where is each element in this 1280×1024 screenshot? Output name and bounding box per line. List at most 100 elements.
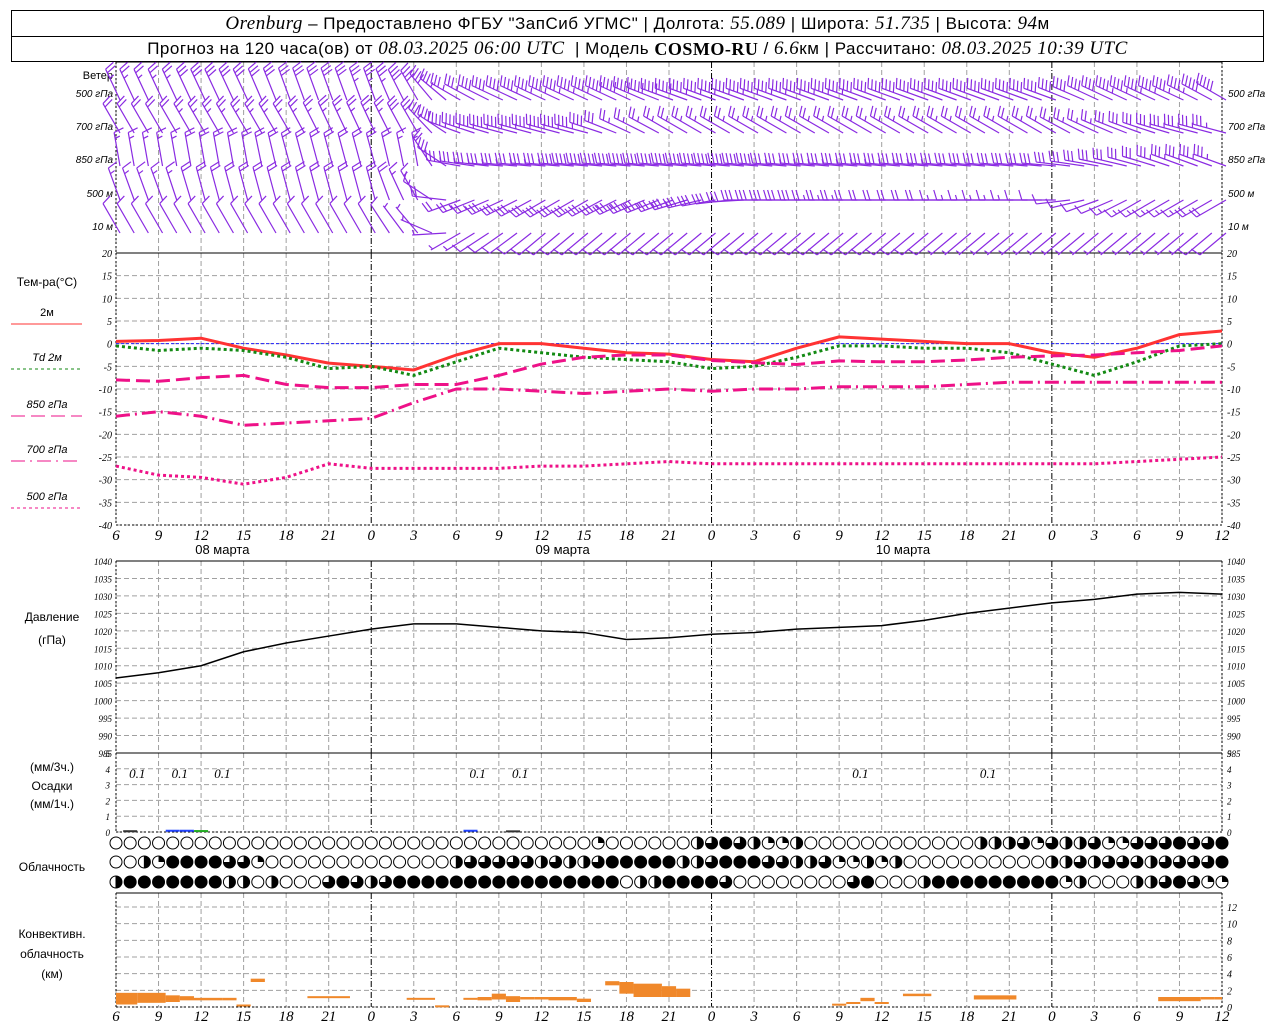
- cloud-circle: [237, 836, 251, 850]
- wind-barb: [136, 161, 149, 201]
- cloud-fill: [1031, 876, 1044, 888]
- time-tick-label-bottom: 0: [1048, 1009, 1056, 1024]
- cloud-fill: [974, 876, 987, 888]
- cloud-fill: [663, 856, 675, 868]
- cloud-cover-icon: [605, 836, 619, 850]
- cloud-cover-icon: [208, 855, 222, 869]
- cloud-cover-icon: [619, 855, 633, 869]
- cloud-cover-icon: [109, 836, 123, 850]
- cloud-circle: [988, 855, 1002, 869]
- cloud-fill: [1216, 837, 1228, 849]
- wind-barb: [827, 105, 858, 134]
- pressure-tick-right: 995: [1227, 714, 1241, 724]
- cloud-cover-icon: [1102, 836, 1116, 850]
- wind-barb: [628, 106, 660, 134]
- clouds-label: Облачность: [19, 860, 85, 874]
- pressure-tick-left: 1035: [94, 574, 113, 584]
- temp-legend-label: 2м: [40, 307, 54, 319]
- cloud-cover-icon: [1059, 855, 1073, 869]
- cloud-cover-icon: [1201, 836, 1215, 850]
- cloud-fill: [924, 876, 931, 888]
- conv-cloud-bar: [661, 986, 677, 997]
- cloud-cover-icon: [407, 836, 421, 850]
- cloud-fill: [946, 876, 959, 888]
- precip-1h-label: (мм/1ч.): [30, 797, 74, 811]
- conv-cloud-bar: [520, 997, 535, 1000]
- cloud-cover-icon: [350, 875, 364, 889]
- wind-barb: [215, 95, 234, 134]
- cloud-circle: [974, 855, 988, 869]
- cloud-cover-icon: [364, 855, 378, 869]
- cloud-circle: [449, 836, 463, 850]
- cloud-cover-icon: [733, 875, 747, 889]
- cloud-circle: [123, 855, 137, 869]
- wind-level-label-right: 500 гПа: [1228, 89, 1266, 100]
- cloud-circle: [378, 855, 392, 869]
- wind-level-label-right: 700 гПа: [1228, 122, 1266, 133]
- cloud-cover-icon: [123, 855, 137, 869]
- cloud-cover-icon: [208, 836, 222, 850]
- wind-barbs-1: [102, 94, 1227, 134]
- cloud-cover-icon: [407, 875, 421, 889]
- cloud-cover-icon: [506, 855, 520, 869]
- cloud-cover-icon: [222, 836, 236, 850]
- cloud-cover-icon: [293, 875, 307, 889]
- cloud-cover-icon: [960, 875, 974, 889]
- wind-level-label-left: 700 гПа: [76, 122, 114, 133]
- cloud-cover-icon: [336, 855, 350, 869]
- cloud-fill: [989, 876, 1002, 888]
- cloud-fill: [683, 856, 690, 868]
- cloud-fill: [691, 876, 704, 888]
- wind-barb: [742, 105, 773, 134]
- cloud-fill: [881, 856, 888, 862]
- pressure-tick-left: 1005: [94, 679, 113, 689]
- cloud-cover-icon: [251, 836, 265, 850]
- cloud-fill: [271, 876, 278, 888]
- cloud-cover-icon: [279, 836, 293, 850]
- conv-cloud-bar: [1214, 997, 1222, 1000]
- wind-barb: [1023, 77, 1057, 101]
- cloud-cover-icon: [846, 836, 860, 850]
- wind-barb: [184, 127, 196, 167]
- cloud-cover-icon: [790, 836, 804, 850]
- wind-barb: [147, 61, 164, 101]
- cloud-cover-icon: [988, 836, 1002, 850]
- cloud-fill: [1136, 876, 1143, 888]
- cloud-cover-icon: [903, 855, 917, 869]
- cloud-cover-icon: [577, 855, 591, 869]
- time-tick-label-bottom: 15: [917, 1009, 933, 1024]
- wind-barb: [145, 195, 164, 234]
- time-tick-label: 9: [495, 528, 503, 544]
- pressure-tick-left: 1010: [94, 662, 113, 672]
- cloud-fill: [577, 876, 590, 888]
- wind-barb: [113, 127, 124, 167]
- wind-barb: [1168, 232, 1199, 256]
- wind-barb: [232, 61, 249, 101]
- cloud-cover-icon: [1059, 836, 1073, 850]
- cloud-cover-icon: [463, 855, 477, 869]
- cloud-circle: [194, 836, 208, 850]
- cloud-fill: [810, 856, 817, 868]
- cloud-fill: [606, 856, 619, 868]
- cloud-cover-icon: [1045, 855, 1059, 869]
- cloud-cover-icon: [591, 836, 605, 850]
- time-tick-label: 21: [321, 528, 336, 544]
- cloud-circle: [846, 836, 860, 850]
- time-tick-label-bottom: 3: [749, 1009, 758, 1024]
- cloud-cover-icon: [463, 836, 477, 850]
- temp-tick-left: -40: [99, 521, 112, 532]
- cloud-fill: [1222, 876, 1228, 882]
- cloud-cover-icon: [166, 855, 180, 869]
- wind-barb: [387, 62, 405, 101]
- pressure-tick-left: 990: [99, 732, 113, 742]
- cloud-cover-icon: [180, 836, 194, 850]
- cloud-cover-icon: [1130, 855, 1144, 869]
- cloud-cover-icon: [308, 836, 322, 850]
- conv-cloud-bar: [902, 993, 932, 997]
- cloud-fill: [1122, 837, 1129, 843]
- cloud-fill: [697, 837, 704, 849]
- conv-cloud-bar: [505, 996, 521, 1002]
- cloud-fill: [867, 856, 874, 868]
- cloud-cover-icon: [1087, 836, 1101, 850]
- cloud-circle: [931, 836, 945, 850]
